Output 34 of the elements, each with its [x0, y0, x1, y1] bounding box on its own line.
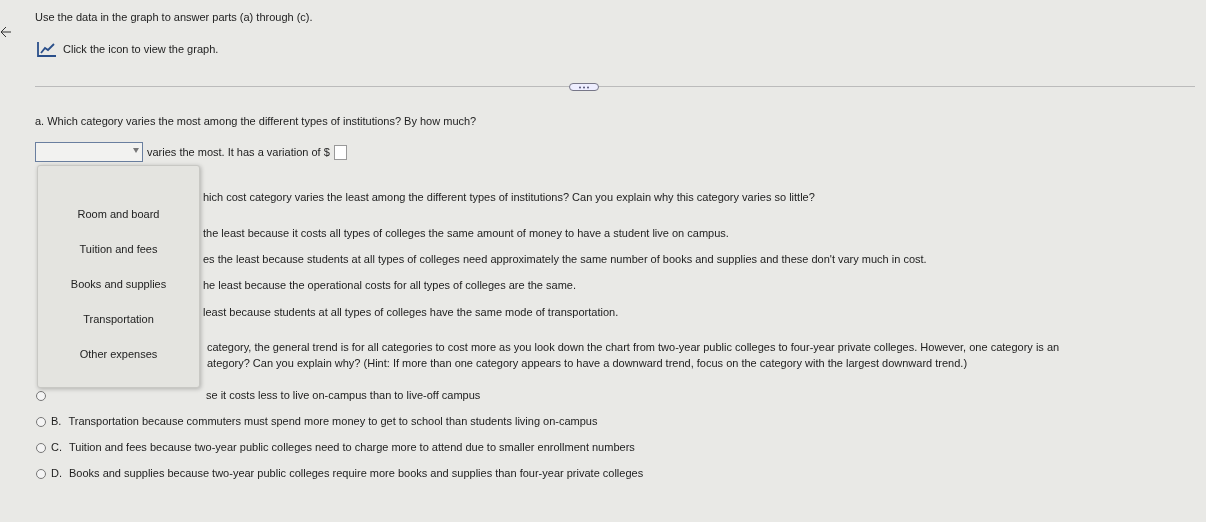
caret-icon	[133, 148, 139, 153]
graph-link[interactable]: Click the icon to view the graph.	[63, 42, 219, 56]
menu-item[interactable]: Room and board	[73, 208, 164, 221]
instructions-text: Use the data in the graph to answer parts (a) through (c).	[35, 11, 314, 24]
option-text: the least because it costs all types of colleges the same amount of money to have a student live on campus.	[203, 227, 730, 240]
option-text: he least because the operational costs for all types of colleges are the same.	[203, 279, 577, 292]
question-text: hich cost category varies the least among the different types of institutions? Can you explain why this category varies so little?	[203, 191, 816, 204]
radio-button[interactable]	[36, 468, 46, 479]
option-text[interactable]: Transportation because commuters must spend more money to get to school than students living on-campus	[68, 415, 598, 428]
answer-sentence: varies the most. It has a variation of $	[147, 145, 330, 159]
option-letter: C.	[51, 441, 62, 454]
option-text: least because students at all types of colleges have the same mode of transportation.	[203, 306, 620, 319]
option-text: es the least because students at all types of colleges need approximately the same number of books and supplies and these don't vary much in cost.	[203, 253, 928, 266]
menu-item[interactable]: Transportation	[79, 313, 158, 326]
question-text: category, the general trend is for all categories to cost more as you look down the chart from two-year public colleges to four-year private colleges. However, one category is an	[207, 341, 1061, 354]
question-text: ategory? Can you explain why? (Hint: If more than one category appears to have a downward trend, focus on the category with the largest downward trend.)	[207, 357, 969, 370]
category-select[interactable]	[35, 142, 143, 162]
option-text[interactable]: se it costs less to live on-campus than to live-off campus	[206, 389, 481, 402]
menu-item[interactable]: Books and supplies	[66, 278, 171, 291]
option-text[interactable]: Tuition and fees because two-year public colleges need to charge more to attend due to smaller enrollment numbers	[69, 441, 635, 454]
line-graph-icon[interactable]	[37, 41, 57, 57]
back-arrow-icon[interactable]	[0, 26, 12, 38]
ellipsis-icon	[577, 85, 591, 89]
more-button[interactable]	[569, 83, 599, 91]
option-letter: D.	[51, 467, 62, 480]
radio-button[interactable]	[36, 390, 46, 401]
menu-item[interactable]: Other expenses	[75, 348, 162, 361]
radio-button[interactable]	[36, 416, 46, 427]
option-letter: B.	[51, 415, 62, 428]
amount-field[interactable]	[333, 144, 347, 160]
menu-item[interactable]: Tuition and fees	[75, 243, 162, 256]
option-text[interactable]: Books and supplies because two-year public colleges require more books and supplies than four-year private colleges	[69, 467, 644, 480]
radio-button[interactable]	[36, 442, 46, 453]
question-text: a. Which category varies the most among the different types of institutions? By how much?	[35, 115, 478, 128]
